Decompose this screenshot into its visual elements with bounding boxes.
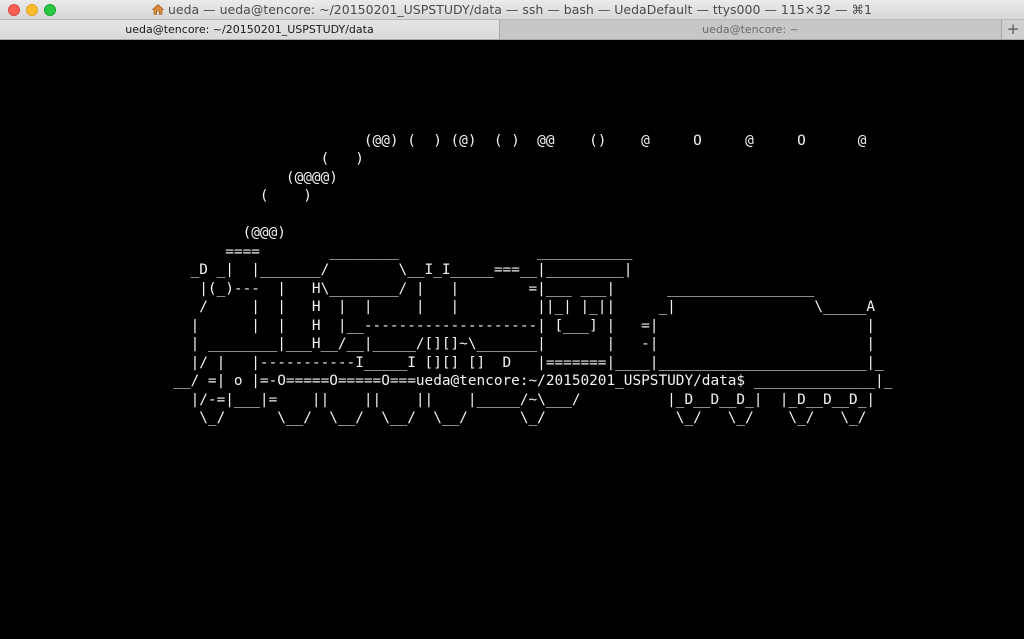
new-tab-icon[interactable]: +: [1002, 20, 1024, 39]
terminal-line: / | | H | | | | ||_| |_|| _| \_____A: [0, 299, 876, 315]
terminal-line: | ________|___H__/__|_____/[][]~\_______…: [0, 336, 876, 352]
terminal-line: ==== ________ ___________: [0, 244, 633, 260]
terminal-line: ( ): [0, 188, 312, 204]
terminal-line: _D _| |_______/ \__I_I_____===__|_______…: [0, 262, 633, 278]
terminal-line: (@@@): [0, 225, 286, 241]
terminal-line: (@@@@): [0, 170, 338, 186]
terminal-line: |/-=|___|= || || || |_____/~\___/ |_D__D…: [0, 392, 876, 408]
tab-bar: ueda@tencore: ~/20150201_USPSTUDY/data u…: [0, 20, 1024, 40]
terminal-line: ( ): [0, 151, 364, 167]
tab-ueda-home[interactable]: ueda@tencore: ~: [500, 20, 1002, 39]
home-icon: [151, 4, 164, 15]
terminal-line: | | | H |__--------------------| [___] |…: [0, 318, 876, 334]
terminal-line: |/ | |-----------I_____I [][] [] D |====…: [0, 355, 884, 371]
terminal-line: |(_)--- | H\________/ | | =|___ ___| ___…: [0, 281, 815, 297]
terminal-window: ueda — ueda@tencore: ~/20150201_USPSTUDY…: [0, 0, 1024, 639]
window-title: ueda — ueda@tencore: ~/20150201_USPSTUDY…: [0, 0, 1024, 20]
tab-ueda-data[interactable]: ueda@tencore: ~/20150201_USPSTUDY/data: [0, 20, 500, 39]
terminal-screen[interactable]: (@@) ( ) (@) ( ) @@ () @ O @ O @ ( ) (@@…: [0, 40, 1024, 639]
terminal-line: \_/ \__/ \__/ \__/ \__/ \_/ \_/ \_/ \_/ …: [0, 410, 867, 426]
title-bar[interactable]: ueda — ueda@tencore: ~/20150201_USPSTUDY…: [0, 0, 1024, 20]
terminal-line: (@@) ( ) (@) ( ) @@ () @ O @ O @: [0, 133, 867, 149]
window-title-text: ueda — ueda@tencore: ~/20150201_USPSTUDY…: [167, 2, 872, 17]
terminal-prompt-line: __/ =| o |=-O=====O=====O===ueda@tencore…: [0, 373, 893, 389]
